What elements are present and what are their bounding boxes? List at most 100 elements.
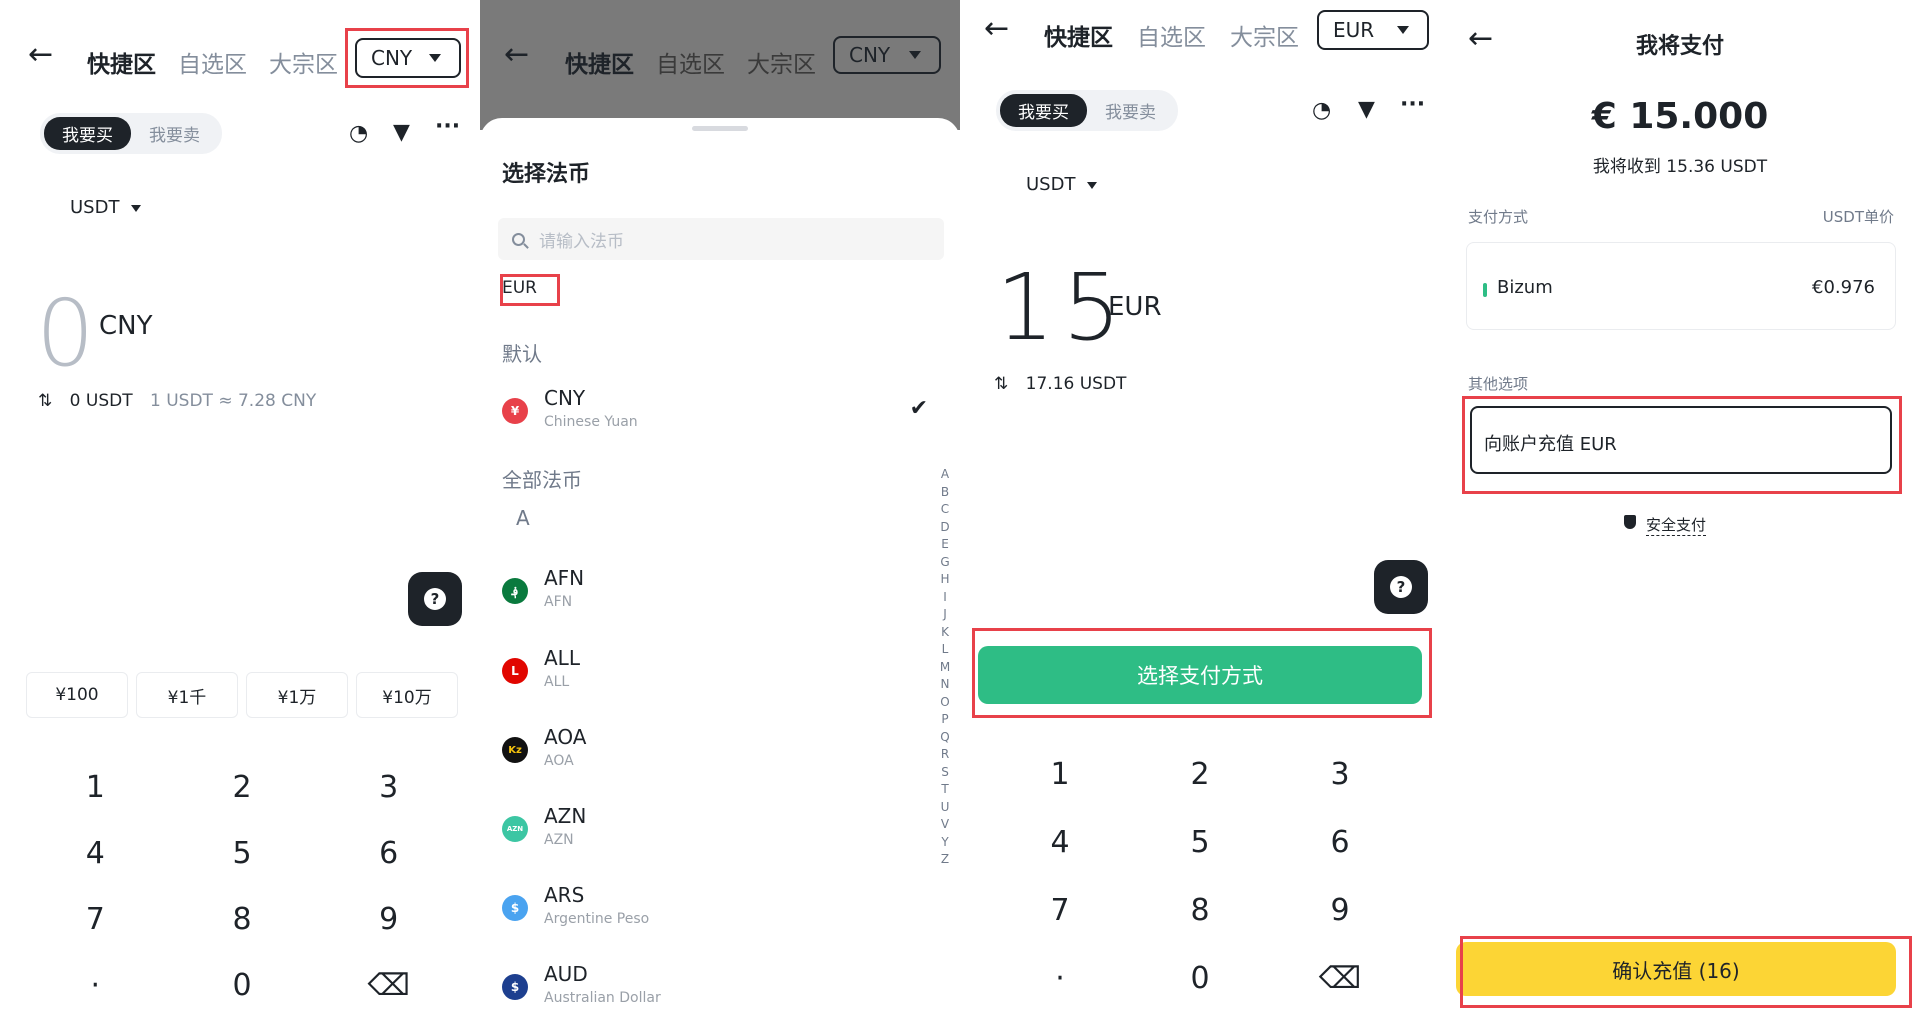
tab-favorites[interactable]: 自选区 (1137, 18, 1206, 52)
sell-toggle[interactable]: 我要卖 (1087, 94, 1174, 127)
highlight-box (972, 628, 1432, 718)
more-icon[interactable]: ··· (1400, 92, 1425, 117)
tab-favorites[interactable]: 自选区 (178, 45, 247, 79)
back-arrow-icon[interactable]: ← (28, 40, 53, 70)
help-button[interactable]: ? (1374, 560, 1428, 614)
quick-amount-100[interactable]: ¥100 (26, 672, 128, 718)
alphabet-letter[interactable]: L (935, 641, 955, 659)
highlight-box (500, 274, 560, 306)
currency-selector[interactable]: EUR (1317, 10, 1429, 50)
alphabet-letter[interactable]: R (935, 746, 955, 764)
key-6[interactable]: 6 (1270, 808, 1410, 876)
key-3[interactable]: 3 (1270, 740, 1410, 808)
buy-toggle[interactable]: 我要买 (44, 117, 131, 150)
alphabet-index[interactable]: ABCDEGHIJKLMNOPQRSTUVYZ (935, 466, 955, 869)
key-7[interactable]: 7 (22, 886, 169, 952)
quick-amounts: ¥100 ¥1千 ¥1万 ¥10万 (26, 672, 458, 718)
fiat-row-all[interactable]: L ALL ALL (502, 646, 942, 702)
payment-confirm-screen: ← 我将支付 € 15.000 我将收到 15.36 USDT 支付方式 USD… (1440, 0, 1920, 1017)
fiat-row-ars[interactable]: $ ARS Argentine Peso (502, 883, 942, 939)
order-history-icon[interactable]: ◔ (349, 121, 368, 146)
more-icon[interactable]: ··· (435, 114, 460, 139)
key-9[interactable]: 9 (1270, 876, 1410, 944)
ars-flag-icon: $ (502, 895, 528, 921)
swap-icon[interactable]: ⇅ (994, 374, 1008, 394)
fiat-row-aud[interactable]: $ AUD Australian Dollar (502, 962, 942, 1017)
key-8[interactable]: 8 (1130, 876, 1270, 944)
backspace-icon[interactable]: ⌫ (1270, 944, 1410, 1012)
quick-amount-100k[interactable]: ¥10万 (356, 672, 458, 718)
alphabet-letter[interactable]: G (935, 554, 955, 572)
asset-selector[interactable]: USDT (70, 197, 142, 218)
caret-down-icon (131, 204, 142, 212)
key-1[interactable]: 1 (990, 740, 1130, 808)
alphabet-letter[interactable]: C (935, 501, 955, 519)
key-9[interactable]: 9 (315, 886, 462, 952)
alphabet-letter[interactable]: Q (935, 729, 955, 747)
alphabet-letter[interactable]: A (935, 466, 955, 484)
key-7[interactable]: 7 (990, 876, 1130, 944)
fiat-search-input[interactable]: 请输入法币 (498, 218, 944, 260)
filter-icon[interactable]: ▼ (1358, 97, 1375, 122)
alphabet-letter[interactable]: Z (935, 851, 955, 869)
tab-quick: 快捷区 (565, 52, 634, 78)
tab-block[interactable]: 大宗区 (1230, 18, 1299, 52)
fiat-row-aoa[interactable]: Kz AOA AOA (502, 725, 942, 781)
key-6[interactable]: 6 (315, 820, 462, 886)
buy-toggle[interactable]: 我要买 (1000, 94, 1087, 127)
tab-quick[interactable]: 快捷区 (1044, 18, 1113, 52)
alphabet-letter[interactable]: O (935, 694, 955, 712)
key-5[interactable]: 5 (169, 820, 316, 886)
alphabet-letter[interactable]: N (935, 676, 955, 694)
alphabet-letter[interactable]: I (935, 589, 955, 607)
key-decimal[interactable]: · (22, 952, 169, 1017)
quick-amount-10k[interactable]: ¥1万 (246, 672, 348, 718)
secure-payment-link[interactable]: 安全支付 (1624, 514, 1707, 536)
key-4[interactable]: 4 (22, 820, 169, 886)
payment-method-card[interactable]: Bizum €0.976 (1466, 242, 1896, 330)
sheet-grab-handle[interactable] (692, 126, 748, 131)
key-2[interactable]: 2 (1130, 740, 1270, 808)
back-arrow-icon[interactable]: ← (984, 14, 1009, 44)
alphabet-letter[interactable]: K (935, 624, 955, 642)
alphabet-letter[interactable]: E (935, 536, 955, 554)
swap-icon[interactable]: ⇅ (38, 391, 52, 411)
order-history-icon[interactable]: ◔ (1312, 98, 1331, 123)
key-1[interactable]: 1 (22, 754, 169, 820)
fiat-row-cny[interactable]: ¥ CNY Chinese Yuan ✔ (502, 386, 942, 442)
key-5[interactable]: 5 (1130, 808, 1270, 876)
alphabet-letter[interactable]: J (935, 606, 955, 624)
alphabet-letter[interactable]: U (935, 799, 955, 817)
key-3[interactable]: 3 (315, 754, 462, 820)
fiat-code: ALL (544, 646, 580, 670)
asset-selector[interactable]: USDT (1026, 174, 1098, 195)
key-0[interactable]: 0 (169, 952, 316, 1017)
section-default: 默认 (502, 342, 542, 366)
alphabet-letter[interactable]: S (935, 764, 955, 782)
sell-toggle[interactable]: 我要卖 (131, 117, 218, 150)
backspace-icon[interactable]: ⌫ (315, 952, 462, 1017)
filter-icon[interactable]: ▼ (393, 120, 410, 145)
highlight-box (345, 28, 469, 88)
fiat-row-afn[interactable]: ؋ AFN AFN (502, 566, 942, 622)
key-4[interactable]: 4 (990, 808, 1130, 876)
alphabet-letter[interactable]: P (935, 711, 955, 729)
key-8[interactable]: 8 (169, 886, 316, 952)
alphabet-letter[interactable]: Y (935, 834, 955, 852)
alphabet-letter[interactable]: V (935, 816, 955, 834)
question-icon: ? (424, 588, 446, 610)
conversion-value: 0 USDT (69, 391, 133, 411)
tab-block[interactable]: 大宗区 (269, 45, 338, 79)
key-2[interactable]: 2 (169, 754, 316, 820)
tab-quick[interactable]: 快捷区 (87, 45, 156, 79)
key-0[interactable]: 0 (1130, 944, 1270, 1012)
key-decimal[interactable]: · (990, 944, 1130, 1012)
alphabet-letter[interactable]: T (935, 781, 955, 799)
alphabet-letter[interactable]: D (935, 519, 955, 537)
alphabet-letter[interactable]: B (935, 484, 955, 502)
alphabet-letter[interactable]: M (935, 659, 955, 677)
help-button[interactable]: ? (408, 572, 462, 626)
alphabet-letter[interactable]: H (935, 571, 955, 589)
quick-amount-1k[interactable]: ¥1千 (136, 672, 238, 718)
fiat-row-azn[interactable]: AZN AZN AZN (502, 804, 942, 860)
